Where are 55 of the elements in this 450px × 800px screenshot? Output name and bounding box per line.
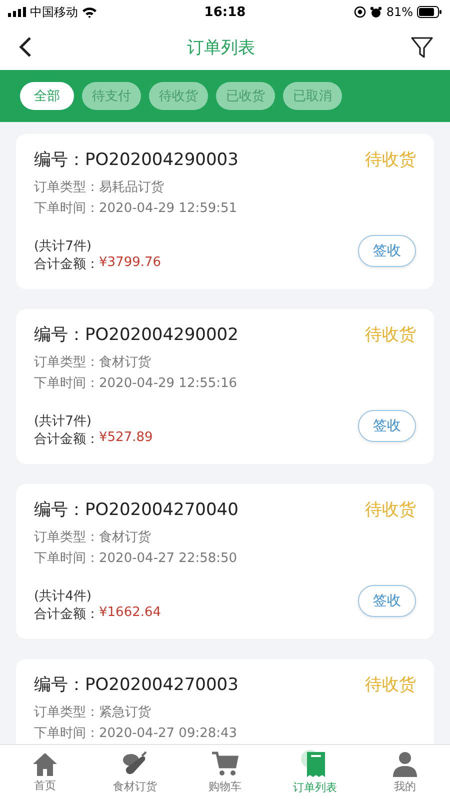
signal-icon [8,7,26,17]
order-card[interactable]: 编号：PO202004270040 待收货 订单类型：食材订货 下单时间：2020-04-27 22:58:50 (共计4件) 合计金额：¥1662.64 签收 [16,484,434,639]
sign-button[interactable]: 签收 [358,585,416,617]
filter-tab[interactable]: 待收货 [149,82,208,110]
order-number: 编号：PO202004270040 [34,499,238,521]
total-label: 合计金额： [34,606,99,623]
house-icon [32,752,58,776]
filter-tab[interactable]: 已取消 [283,82,342,110]
person-icon [392,751,418,777]
item-count: (共计4件) [34,588,92,605]
order-time: 下单时间：2020-04-27 09:28:43 [34,725,238,743]
battery-percent: 81% [386,5,413,19]
carrier-name: 中国移动 [30,4,78,20]
total-amount: ¥3799.76 [99,255,162,272]
item-count: (共计7件) [34,413,92,430]
tab-item[interactable]: 食材订货 [100,751,170,794]
filter-icon[interactable] [410,35,434,59]
order-status: 待收货 [365,149,416,171]
order-number: 编号：PO202004270003 [34,674,238,696]
order-type: 订单类型：易耗品订货 [34,179,165,197]
clock-time: 16:18 [204,4,246,20]
order-card[interactable]: 编号：PO202004290002 待收货 订单类型：食材订货 下单时间：2020-04-29 12:55:16 (共计7件) 合计金额：¥527.89 签收 [16,309,434,464]
back-icon[interactable] [18,36,32,58]
order-status: 待收货 [365,499,416,521]
order-status: 待收货 [365,324,416,346]
order-time: 下单时间：2020-04-29 12:59:51 [34,200,238,218]
item-count: (共计7件) [34,238,92,255]
filter-tab[interactable]: 全部 [20,82,74,110]
order-card[interactable]: 编号：PO202004290003 待收货 订单类型：易耗品订货 下单时间：2020-04-29 12:59:51 (共计7件) 合计金额：¥3799.76 签收 [16,134,434,289]
order-type: 订单类型：食材订货 [34,354,152,372]
total-label: 合计金额： [34,431,99,448]
vegetables-icon [121,751,149,777]
order-type: 订单类型：紧急订货 [34,704,152,722]
sign-button[interactable]: 签收 [358,235,416,267]
order-time: 下单时间：2020-04-27 22:58:50 [34,550,238,568]
order-number: 编号：PO202004290003 [34,149,238,171]
order-number: 编号：PO202004290002 [34,324,238,346]
tab-item[interactable]: 首页 [10,752,80,793]
tab-item[interactable]: 订单列表 [280,750,350,795]
order-time: 下单时间：2020-04-29 12:55:16 [34,375,238,393]
tab-item[interactable]: 购物车 [190,751,260,794]
total-label: 合计金额： [34,256,99,273]
filter-tab[interactable]: 待支付 [82,82,141,110]
filter-tab[interactable]: 已收货 [216,82,275,110]
order-status: 待收货 [365,674,416,696]
page-title: 订单列表 [187,36,255,58]
order-type: 订单类型：食材订货 [34,529,152,547]
wifi-icon [82,6,97,18]
tab-item[interactable]: 我的 [370,751,440,794]
order-card[interactable]: 编号：PO202004270003 待收货 订单类型：紧急订货 下单时间：2020-04-27 09:28:43 [16,659,434,744]
total-amount: ¥1662.64 [99,605,162,622]
total-amount: ¥527.89 [99,430,153,447]
battery-icon [416,6,442,18]
sign-button[interactable]: 签收 [358,410,416,442]
cart-icon [211,751,239,777]
